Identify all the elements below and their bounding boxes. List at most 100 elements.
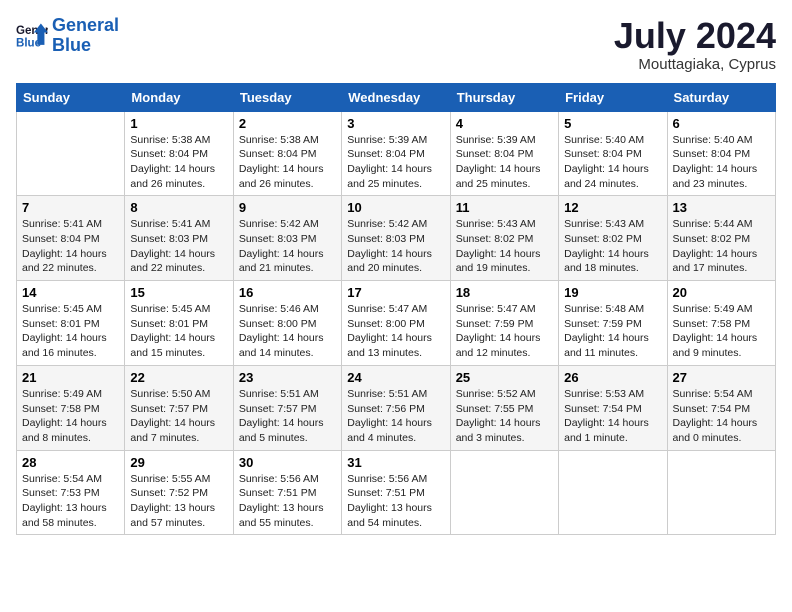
day-info: Sunrise: 5:38 AM Sunset: 8:04 PM Dayligh… [239,133,336,192]
calendar-cell: 28Sunrise: 5:54 AM Sunset: 7:53 PM Dayli… [17,450,125,535]
calendar-cell: 20 Sunrise: 5:49 AM Sunset: 7:58 PM Dayli… [667,281,775,366]
day-info: Sunrise: 5:51 AM Sunset: 7:56 PM Dayligh… [347,387,444,446]
week-row-1: 1 Sunrise: 5:38 AM Sunset: 8:04 PM Daylig… [17,111,776,196]
day-info: Sunrise: 5:39 AM Sunset: 8:04 PM Dayligh… [456,133,553,192]
day-number: 14 [22,285,119,300]
calendar-cell: 26 Sunrise: 5:53 AM Sunset: 7:54 PM Dayli… [559,365,667,450]
calendar-cell: 16Sunrise: 5:46 AM Sunset: 8:00 PM Dayli… [233,281,341,366]
day-number: 27 [673,370,770,385]
week-row-5: 28Sunrise: 5:54 AM Sunset: 7:53 PM Dayli… [17,450,776,535]
day-info: Sunrise: 5:45 AM Sunset: 8:01 PM Dayligh… [22,302,119,361]
day-info: Sunrise: 5:39 AM Sunset: 8:04 PM Dayligh… [347,133,444,192]
calendar-cell: 12 Sunrise: 5:43 AM Sunset: 8:02 PM Dayli… [559,196,667,281]
calendar-cell: 27Sunrise: 5:54 AM Sunset: 7:54 PM Dayli… [667,365,775,450]
calendar-cell [450,450,558,535]
calendar-body: 1 Sunrise: 5:38 AM Sunset: 8:04 PM Daylig… [17,111,776,535]
day-info: Sunrise: 5:38 AM Sunset: 8:04 PM Dayligh… [130,133,227,192]
day-number: 18 [456,285,553,300]
calendar-cell [17,111,125,196]
day-number: 21 [22,370,119,385]
calendar-cell: 25 Sunrise: 5:52 AM Sunset: 7:55 PM Dayli… [450,365,558,450]
weekday-header-thursday: Thursday [450,83,558,111]
day-info: Sunrise: 5:56 AM Sunset: 7:51 PM Dayligh… [239,472,336,531]
day-number: 12 [564,200,661,215]
day-number: 13 [673,200,770,215]
day-number: 16 [239,285,336,300]
day-info: Sunrise: 5:52 AM Sunset: 7:55 PM Dayligh… [456,387,553,446]
day-number: 23 [239,370,336,385]
day-info: Sunrise: 5:55 AM Sunset: 7:52 PM Dayligh… [130,472,227,531]
day-info: Sunrise: 5:49 AM Sunset: 7:58 PM Dayligh… [673,302,770,361]
day-number: 22 [130,370,227,385]
calendar-cell: 14 Sunrise: 5:45 AM Sunset: 8:01 PM Dayli… [17,281,125,366]
day-number: 7 [22,200,119,215]
calendar-cell: 18 Sunrise: 5:47 AM Sunset: 7:59 PM Dayli… [450,281,558,366]
calendar-cell: 8 Sunrise: 5:41 AM Sunset: 8:03 PM Daylig… [125,196,233,281]
day-number: 20 [673,285,770,300]
calendar-cell: 21 Sunrise: 5:49 AM Sunset: 7:58 PM Dayli… [17,365,125,450]
calendar-cell: 3Sunrise: 5:39 AM Sunset: 8:04 PM Daylig… [342,111,450,196]
week-row-2: 7 Sunrise: 5:41 AM Sunset: 8:04 PM Daylig… [17,196,776,281]
calendar-cell: 15Sunrise: 5:45 AM Sunset: 8:01 PM Dayli… [125,281,233,366]
weekday-header-row: SundayMondayTuesdayWednesdayThursdayFrid… [17,83,776,111]
day-number: 25 [456,370,553,385]
calendar-table: SundayMondayTuesdayWednesdayThursdayFrid… [16,83,776,536]
logo: General Blue GeneralBlue [16,16,119,56]
day-info: Sunrise: 5:40 AM Sunset: 8:04 PM Dayligh… [673,133,770,192]
day-number: 26 [564,370,661,385]
calendar-cell: 9 Sunrise: 5:42 AM Sunset: 8:03 PM Daylig… [233,196,341,281]
day-info: Sunrise: 5:45 AM Sunset: 8:01 PM Dayligh… [130,302,227,361]
day-info: Sunrise: 5:44 AM Sunset: 8:02 PM Dayligh… [673,217,770,276]
day-info: Sunrise: 5:50 AM Sunset: 7:57 PM Dayligh… [130,387,227,446]
day-number: 29 [130,455,227,470]
day-info: Sunrise: 5:43 AM Sunset: 8:02 PM Dayligh… [564,217,661,276]
day-info: Sunrise: 5:42 AM Sunset: 8:03 PM Dayligh… [347,217,444,276]
weekday-header-monday: Monday [125,83,233,111]
day-number: 8 [130,200,227,215]
calendar-cell: 17Sunrise: 5:47 AM Sunset: 8:00 PM Dayli… [342,281,450,366]
day-number: 1 [130,116,227,131]
calendar-cell: 31 Sunrise: 5:56 AM Sunset: 7:51 PM Dayli… [342,450,450,535]
day-info: Sunrise: 5:53 AM Sunset: 7:54 PM Dayligh… [564,387,661,446]
calendar-cell: 30 Sunrise: 5:56 AM Sunset: 7:51 PM Dayli… [233,450,341,535]
day-number: 2 [239,116,336,131]
weekday-header-wednesday: Wednesday [342,83,450,111]
day-info: Sunrise: 5:56 AM Sunset: 7:51 PM Dayligh… [347,472,444,531]
day-number: 4 [456,116,553,131]
logo-icon: General Blue [16,20,48,52]
calendar-cell: 1 Sunrise: 5:38 AM Sunset: 8:04 PM Daylig… [125,111,233,196]
month-title: July 2024 [614,16,776,56]
weekday-header-sunday: Sunday [17,83,125,111]
day-number: 28 [22,455,119,470]
day-info: Sunrise: 5:41 AM Sunset: 8:03 PM Dayligh… [130,217,227,276]
day-number: 10 [347,200,444,215]
calendar-cell: 24 Sunrise: 5:51 AM Sunset: 7:56 PM Dayli… [342,365,450,450]
day-number: 9 [239,200,336,215]
day-number: 31 [347,455,444,470]
calendar-cell: 2 Sunrise: 5:38 AM Sunset: 8:04 PM Daylig… [233,111,341,196]
day-number: 24 [347,370,444,385]
day-number: 30 [239,455,336,470]
title-area: July 2024 Mouttagiaka, Cyprus [614,16,776,73]
calendar-cell: 5Sunrise: 5:40 AM Sunset: 8:04 PM Daylig… [559,111,667,196]
calendar-cell [559,450,667,535]
day-number: 11 [456,200,553,215]
calendar-cell: 10 Sunrise: 5:42 AM Sunset: 8:03 PM Dayli… [342,196,450,281]
location: Mouttagiaka, Cyprus [614,56,776,73]
day-info: Sunrise: 5:48 AM Sunset: 7:59 PM Dayligh… [564,302,661,361]
weekday-header-friday: Friday [559,83,667,111]
day-info: Sunrise: 5:40 AM Sunset: 8:04 PM Dayligh… [564,133,661,192]
weekday-header-tuesday: Tuesday [233,83,341,111]
day-info: Sunrise: 5:42 AM Sunset: 8:03 PM Dayligh… [239,217,336,276]
day-info: Sunrise: 5:47 AM Sunset: 7:59 PM Dayligh… [456,302,553,361]
day-info: Sunrise: 5:49 AM Sunset: 7:58 PM Dayligh… [22,387,119,446]
day-number: 6 [673,116,770,131]
day-info: Sunrise: 5:43 AM Sunset: 8:02 PM Dayligh… [456,217,553,276]
calendar-cell: 23Sunrise: 5:51 AM Sunset: 7:57 PM Dayli… [233,365,341,450]
day-number: 19 [564,285,661,300]
page-header: General Blue GeneralBlue July 2024 Moutt… [16,16,776,73]
week-row-3: 14 Sunrise: 5:45 AM Sunset: 8:01 PM Dayli… [17,281,776,366]
day-info: Sunrise: 5:41 AM Sunset: 8:04 PM Dayligh… [22,217,119,276]
calendar-cell [667,450,775,535]
logo-text: GeneralBlue [52,16,119,56]
